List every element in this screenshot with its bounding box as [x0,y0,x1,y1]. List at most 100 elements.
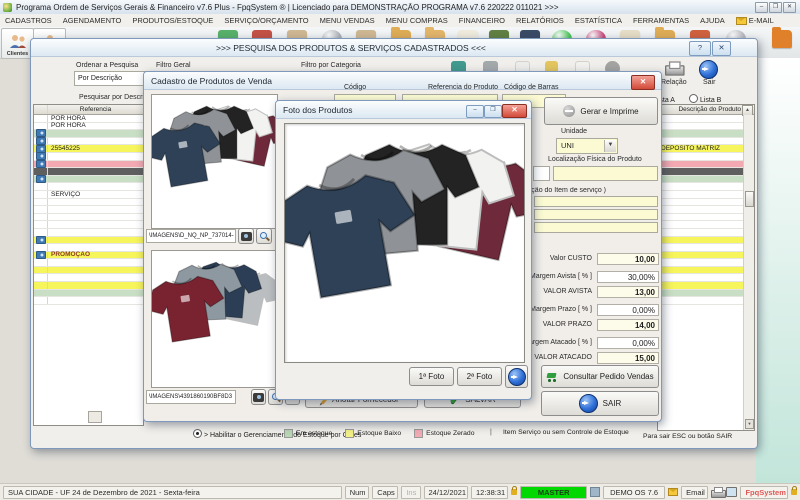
table-row[interactable] [658,191,746,199]
table-row[interactable] [34,290,143,298]
product-sair-button[interactable]: SAIR [541,391,659,416]
image-path-2-input[interactable]: \IMAGENS\4391860190BF8D3 [146,390,236,404]
maximize-button[interactable]: ❐ [769,2,782,13]
help-button[interactable]: ? [689,41,711,56]
table-row[interactable] [34,130,143,138]
table-row[interactable]: SERVIÇO [34,191,143,199]
products-grid-right[interactable]: Descrição do Produto ▲ DEPOSITO MATRIZ ▼ [657,104,755,431]
photo-capture-button-1[interactable] [238,228,254,244]
table-row[interactable] [658,115,746,123]
relacao-label[interactable]: Relação [661,79,687,86]
menu-relat-rios[interactable]: RELATÓRIOS [516,16,564,25]
menu-financeiro[interactable]: FINANCEIRO [459,16,505,25]
menu-produtos-estoque[interactable]: PRODUTOS/ESTOQUE [132,16,213,25]
table-row[interactable] [34,176,143,184]
search-window-titlebar[interactable]: >>> PESQUISA DOS PRODUTOS & SERVIÇOS CAD… [31,39,757,57]
close-button[interactable]: ✕ [783,2,796,13]
table-row[interactable] [34,214,143,222]
dialog-next-button[interactable] [505,365,528,388]
scrollbar-thumb[interactable] [745,191,754,207]
lista-b-radio[interactable]: Lista B [689,94,721,104]
table-row[interactable] [658,123,746,131]
photo-search-button-1[interactable] [256,228,272,244]
status-email[interactable]: Email [681,486,708,499]
table-row[interactable] [658,237,746,245]
table-row[interactable] [34,267,143,275]
table-row[interactable]: PROMOÇÃO [34,252,143,260]
table-row[interactable] [658,214,746,222]
table-row[interactable] [658,259,746,267]
descricao-input-2[interactable] [534,209,658,220]
folder-orange-icon[interactable] [772,30,792,48]
price-input[interactable]: 0,00% [597,337,659,349]
table-row[interactable] [34,229,143,237]
table-row[interactable] [34,237,143,245]
search-close-button[interactable]: ✕ [712,41,731,56]
photo-capture-button-2[interactable] [251,389,266,405]
product-photo-1[interactable] [151,94,278,229]
product-close-button[interactable]: ✕ [631,75,655,90]
chevron-down-icon[interactable]: ▼ [604,140,616,152]
table-row[interactable] [658,267,746,275]
foto1-button[interactable]: 1ª Foto [409,367,454,386]
table-row[interactable] [658,206,746,214]
table-row[interactable] [658,244,746,252]
table-row[interactable] [34,297,143,305]
sair-top-icon[interactable] [699,60,718,79]
foto2-button[interactable]: 2ª Foto [457,367,502,386]
price-input[interactable]: 10,00 [597,253,659,265]
relacao-icon[interactable] [665,61,682,75]
unidade-combobox[interactable]: UNI ▼ [556,138,618,154]
monitor-icon[interactable] [726,487,737,497]
localizacao-input[interactable] [553,166,658,181]
table-row[interactable] [658,221,746,229]
table-row[interactable] [658,130,746,138]
table-row[interactable] [34,274,143,282]
price-input[interactable]: 0,00% [597,304,659,316]
table-row[interactable]: 25545225 [34,145,143,153]
table-row[interactable]: POR HORA [34,123,143,131]
price-input[interactable]: 15,00 [597,352,659,364]
vscrollbar[interactable]: ▼ [743,115,754,430]
table-row[interactable] [34,221,143,229]
table-row[interactable] [34,168,143,176]
menu-servi-o-or-amento[interactable]: SERVIÇO/ORÇAMENTO [224,16,308,25]
table-row[interactable] [34,153,143,161]
email-status-icon[interactable] [668,488,678,496]
table-row[interactable] [658,183,746,191]
price-input[interactable]: 14,00 [597,319,659,331]
price-input[interactable]: 30,00% [597,271,659,283]
descricao-header[interactable]: Descrição do Produto [658,106,754,113]
products-grid-left[interactable]: Referencia POR HORAPOR HORA25545225SERVI… [33,104,144,426]
main-titlebar[interactable]: Programa Ordem de Serviços Gerais & Fina… [0,0,800,15]
table-row[interactable] [658,274,746,282]
localizacao-check-input[interactable] [533,166,550,181]
table-row[interactable] [658,252,746,260]
table-row[interactable] [658,297,746,305]
table-row[interactable] [34,259,143,267]
menu-estat-stica[interactable]: ESTATÍSTICA [575,16,622,25]
dialog-minimize-button[interactable]: – [466,105,484,118]
table-row[interactable] [658,290,746,298]
table-row[interactable] [658,229,746,237]
menu-cadastros[interactable]: CADASTROS [5,16,52,25]
dialog-maximize-button[interactable]: ❐ [484,105,502,118]
table-row[interactable] [34,206,143,214]
gerar-imprime-button[interactable]: Gerar e Imprime [544,97,658,125]
product-photo-2[interactable] [151,250,278,388]
table-row[interactable] [658,199,746,207]
descricao-input-1[interactable] [534,196,658,207]
product-window-titlebar[interactable]: Cadastro de Produtos de Venda [144,72,661,90]
menu-menu-vendas[interactable]: MENU VENDAS [320,16,375,25]
menu-menu-compras[interactable]: MENU COMPRAS [386,16,448,25]
menu-e-mail[interactable]: E-MAIL [736,16,774,25]
hscrollbar[interactable] [88,411,102,423]
table-row[interactable] [34,199,143,207]
scroll-down-icon[interactable]: ▼ [745,419,754,429]
sair-top-label[interactable]: Sair [703,79,715,86]
menu-agendamento[interactable]: AGENDAMENTO [63,16,122,25]
dialog-close-button[interactable]: ✕ [502,104,527,118]
table-row[interactable] [658,153,746,161]
consultar-pedido-button[interactable]: Consultar Pedido Vendas [541,365,659,388]
table-row[interactable] [34,161,143,169]
